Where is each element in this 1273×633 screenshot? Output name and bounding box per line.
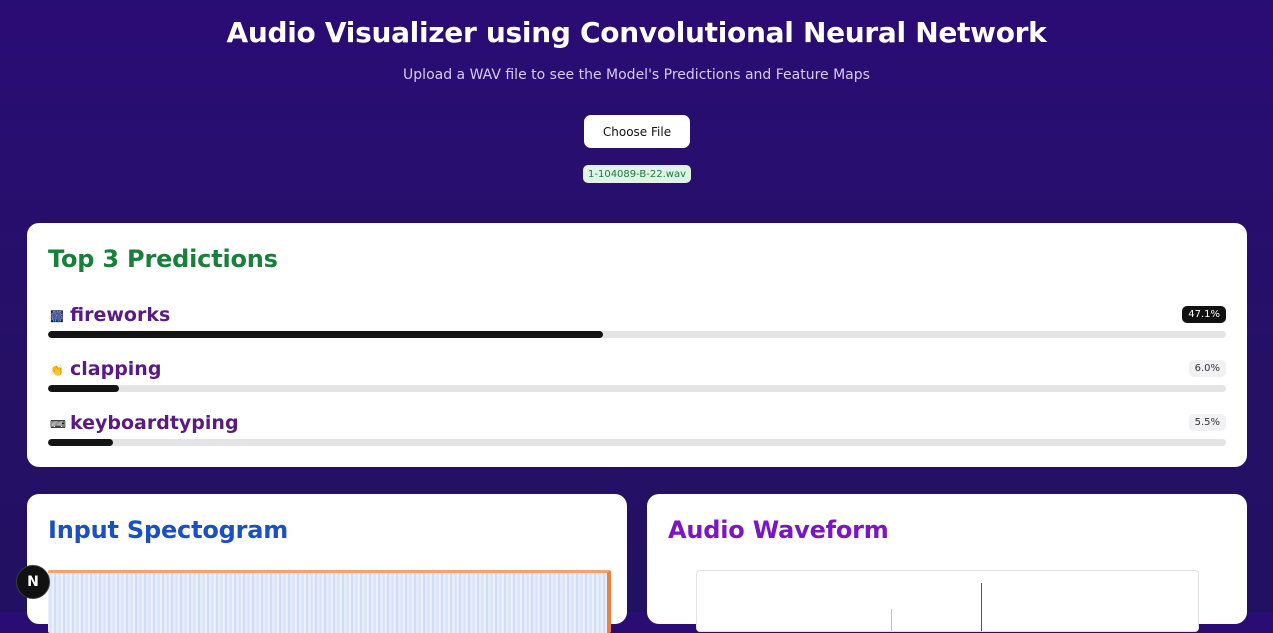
prediction-percent-badge: 6.0% bbox=[1188, 360, 1226, 377]
waveform-chart bbox=[696, 570, 1199, 632]
waveform-title: Audio Waveform bbox=[668, 516, 889, 544]
prediction-progress-track bbox=[48, 385, 1226, 392]
prediction-label: keyboardtyping bbox=[70, 412, 239, 434]
prediction-progress-track bbox=[48, 439, 1226, 446]
nextjs-dev-badge[interactable]: N bbox=[16, 565, 50, 599]
prediction-row-fireworks: 🎆 fireworks 47.1% bbox=[48, 302, 1226, 346]
prediction-progress-track bbox=[48, 331, 1226, 338]
file-name-badge: 1-104089-B-22.wav bbox=[583, 165, 691, 183]
waveform-card: Audio Waveform bbox=[647, 494, 1247, 632]
prediction-progress-bar bbox=[48, 385, 119, 392]
keyboard-icon: ⌨ bbox=[50, 418, 66, 431]
choose-file-button[interactable]: Choose File bbox=[584, 115, 690, 148]
prediction-percent-badge: 47.1% bbox=[1182, 306, 1226, 323]
prediction-progress-bar bbox=[48, 331, 603, 338]
prediction-percent-badge: 5.5% bbox=[1188, 414, 1226, 431]
spectrogram-image bbox=[48, 570, 611, 633]
prediction-progress-bar bbox=[48, 439, 113, 446]
waveform-minor-peak bbox=[891, 609, 892, 631]
prediction-row-clapping: 👏 clapping 6.0% bbox=[48, 356, 1226, 400]
spectrogram-title: Input Spectogram bbox=[48, 516, 289, 544]
clapping-icon: 👏 bbox=[50, 364, 64, 377]
prediction-label: clapping bbox=[70, 358, 162, 380]
prediction-label: fireworks bbox=[70, 304, 171, 326]
waveform-peak bbox=[981, 583, 982, 631]
prediction-row-keyboardtyping: ⌨ keyboardtyping 5.5% bbox=[48, 410, 1226, 454]
predictions-title: Top 3 Predictions bbox=[48, 245, 278, 273]
page-subtitle: Upload a WAV file to see the Model's Pre… bbox=[403, 67, 870, 83]
fireworks-icon: 🎆 bbox=[50, 310, 64, 323]
spectrogram-card: Input Spectogram bbox=[27, 494, 627, 633]
page-title: Audio Visualizer using Convolutional Neu… bbox=[226, 16, 1047, 49]
predictions-card: Top 3 Predictions 🎆 fireworks 47.1% 👏 cl… bbox=[27, 223, 1247, 467]
